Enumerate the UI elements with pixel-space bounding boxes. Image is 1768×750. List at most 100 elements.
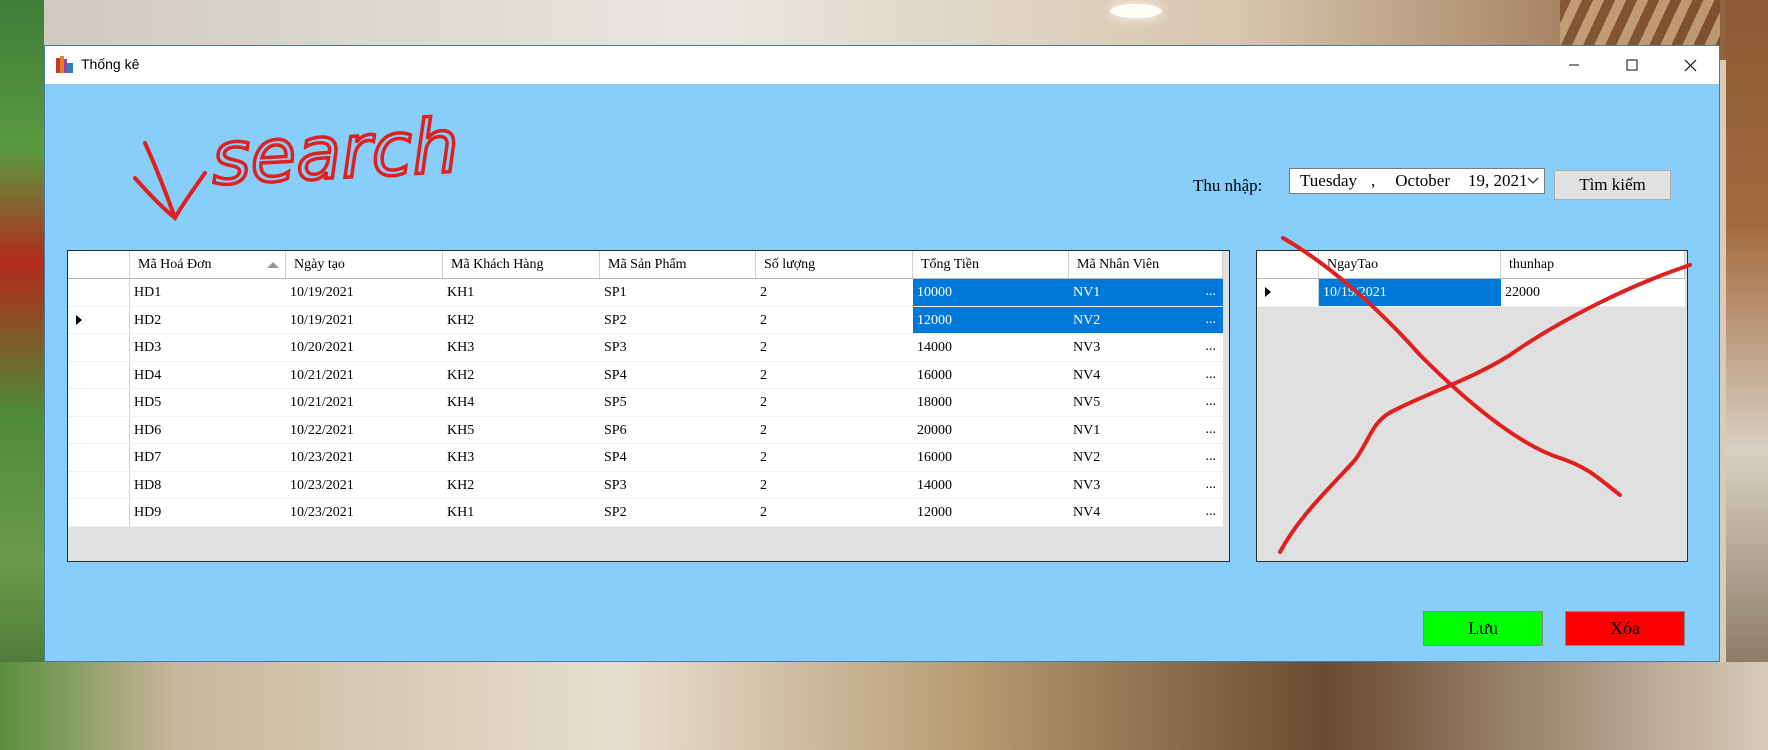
table-cell[interactable]: KH2: [443, 307, 600, 334]
date-day-year[interactable]: 19, 2021: [1468, 171, 1528, 191]
date-picker[interactable]: Tuesday , October 19, 2021: [1289, 168, 1545, 194]
table-cell[interactable]: 10/19/2021: [1319, 279, 1501, 306]
column-header[interactable]: Mã Nhân Viên: [1069, 251, 1223, 278]
title-bar[interactable]: Thống kê: [45, 46, 1719, 84]
table-cell[interactable]: KH1: [443, 279, 600, 306]
income-grid[interactable]: NgayTao thunhap 10/19/2021 22000: [1256, 250, 1688, 562]
table-cell[interactable]: 16000: [913, 444, 1069, 471]
row-header[interactable]: [68, 306, 130, 333]
table-cell[interactable]: KH4: [443, 389, 600, 416]
table-cell[interactable]: KH5: [443, 417, 600, 444]
table-row[interactable]: HD6 10/22/2021 KH5 SP6 2 20000 NV1...: [68, 416, 1223, 444]
table-cell[interactable]: NV2...: [1069, 444, 1223, 471]
table-row[interactable]: HD5 10/21/2021 KH4 SP5 2 18000 NV5...: [68, 389, 1223, 417]
table-cell[interactable]: 14000: [913, 334, 1069, 361]
minimize-button[interactable]: [1545, 46, 1603, 84]
table-row[interactable]: HD2 10/19/2021 KH2 SP2 2 12000 NV2...: [68, 306, 1223, 334]
table-cell[interactable]: 2: [756, 334, 913, 361]
date-month[interactable]: October: [1395, 171, 1450, 191]
table-cell[interactable]: NV3...: [1069, 334, 1223, 361]
table-cell[interactable]: NV5...: [1069, 389, 1223, 416]
table-row[interactable]: HD3 10/20/2021 KH3 SP3 2 14000 NV3...: [68, 334, 1223, 362]
table-cell[interactable]: HD3: [130, 334, 286, 361]
table-cell[interactable]: KH1: [443, 499, 600, 526]
row-header[interactable]: [68, 499, 130, 526]
table-cell[interactable]: 10000: [913, 279, 1069, 306]
table-cell[interactable]: SP4: [600, 362, 756, 389]
column-header[interactable]: thunhap: [1501, 251, 1685, 278]
table-cell[interactable]: NV4...: [1069, 362, 1223, 389]
table-cell[interactable]: 2: [756, 279, 913, 306]
table-cell[interactable]: SP2: [600, 307, 756, 334]
table-cell[interactable]: 10/21/2021: [286, 362, 443, 389]
invoice-grid-corner[interactable]: [68, 251, 130, 278]
table-cell[interactable]: HD5: [130, 389, 286, 416]
row-header[interactable]: [1257, 279, 1319, 306]
table-row[interactable]: 10/19/2021 22000: [1257, 279, 1685, 307]
table-cell[interactable]: 10/19/2021: [286, 307, 443, 334]
table-cell[interactable]: SP4: [600, 444, 756, 471]
table-cell[interactable]: HD7: [130, 444, 286, 471]
invoice-grid[interactable]: Mã Hoá Đơn Ngày tạo Mã Khách Hàng Mã Sản Ph…: [67, 250, 1230, 562]
table-cell[interactable]: 2: [756, 499, 913, 526]
table-cell[interactable]: 20000: [913, 417, 1069, 444]
table-cell[interactable]: 14000: [913, 472, 1069, 499]
table-cell[interactable]: 12000: [913, 499, 1069, 526]
table-cell[interactable]: 2: [756, 307, 913, 334]
table-cell[interactable]: KH3: [443, 444, 600, 471]
row-header[interactable]: [68, 279, 130, 306]
table-cell[interactable]: 2: [756, 389, 913, 416]
table-cell[interactable]: SP6: [600, 417, 756, 444]
row-header[interactable]: [68, 471, 130, 498]
table-cell[interactable]: NV1...: [1069, 417, 1223, 444]
table-cell[interactable]: NV4...: [1069, 499, 1223, 526]
table-cell[interactable]: 10/20/2021: [286, 334, 443, 361]
table-cell[interactable]: 2: [756, 417, 913, 444]
table-cell[interactable]: 10/19/2021: [286, 279, 443, 306]
table-cell[interactable]: SP3: [600, 472, 756, 499]
column-header[interactable]: NgayTao: [1319, 251, 1501, 278]
table-cell[interactable]: SP1: [600, 279, 756, 306]
income-grid-corner[interactable]: [1257, 251, 1319, 278]
table-cell[interactable]: KH2: [443, 362, 600, 389]
table-cell[interactable]: 12000: [913, 306, 1069, 333]
table-cell[interactable]: HD4: [130, 362, 286, 389]
table-row[interactable]: HD4 10/21/2021 KH2 SP4 2 16000 NV4...: [68, 361, 1223, 389]
table-cell[interactable]: 10/23/2021: [286, 472, 443, 499]
table-row[interactable]: HD7 10/23/2021 KH3 SP4 2 16000 NV2...: [68, 444, 1223, 472]
table-cell[interactable]: HD9: [130, 499, 286, 526]
date-day[interactable]: Tuesday: [1300, 171, 1357, 191]
table-cell[interactable]: 2: [756, 362, 913, 389]
table-cell[interactable]: HD1: [130, 279, 286, 306]
table-cell[interactable]: SP3: [600, 334, 756, 361]
table-cell[interactable]: KH3: [443, 334, 600, 361]
table-row[interactable]: HD1 10/19/2021 KH1 SP1 2 10000 NV1...: [68, 279, 1223, 307]
save-button[interactable]: Lưu: [1423, 611, 1543, 646]
table-cell[interactable]: NV2...: [1069, 306, 1223, 333]
table-cell[interactable]: NV1...: [1069, 279, 1223, 306]
chevron-down-icon[interactable]: [1526, 172, 1540, 190]
close-button[interactable]: [1661, 46, 1719, 84]
column-header[interactable]: Mã Sản Phẩm: [600, 251, 756, 278]
table-cell[interactable]: HD2: [130, 307, 286, 334]
search-button[interactable]: Tìm kiếm: [1554, 170, 1671, 200]
column-header[interactable]: Ngày tạo: [286, 251, 443, 278]
table-cell[interactable]: SP2: [600, 499, 756, 526]
delete-button[interactable]: Xóa: [1565, 611, 1685, 646]
table-cell[interactable]: SP5: [600, 389, 756, 416]
column-header[interactable]: Tổng Tiền: [913, 251, 1069, 278]
table-cell[interactable]: 22000: [1501, 279, 1685, 306]
table-cell[interactable]: 10/22/2021: [286, 417, 443, 444]
table-cell[interactable]: NV3...: [1069, 472, 1223, 499]
table-cell[interactable]: 18000: [913, 389, 1069, 416]
column-header[interactable]: Mã Khách Hàng: [443, 251, 600, 278]
table-cell[interactable]: HD6: [130, 417, 286, 444]
table-cell[interactable]: 2: [756, 472, 913, 499]
row-header[interactable]: [68, 361, 130, 388]
table-cell[interactable]: 10/23/2021: [286, 444, 443, 471]
table-cell[interactable]: 10/23/2021: [286, 499, 443, 526]
row-header[interactable]: [68, 416, 130, 443]
column-header[interactable]: Mã Hoá Đơn: [130, 251, 286, 278]
table-cell[interactable]: HD8: [130, 472, 286, 499]
row-header[interactable]: [68, 444, 130, 471]
